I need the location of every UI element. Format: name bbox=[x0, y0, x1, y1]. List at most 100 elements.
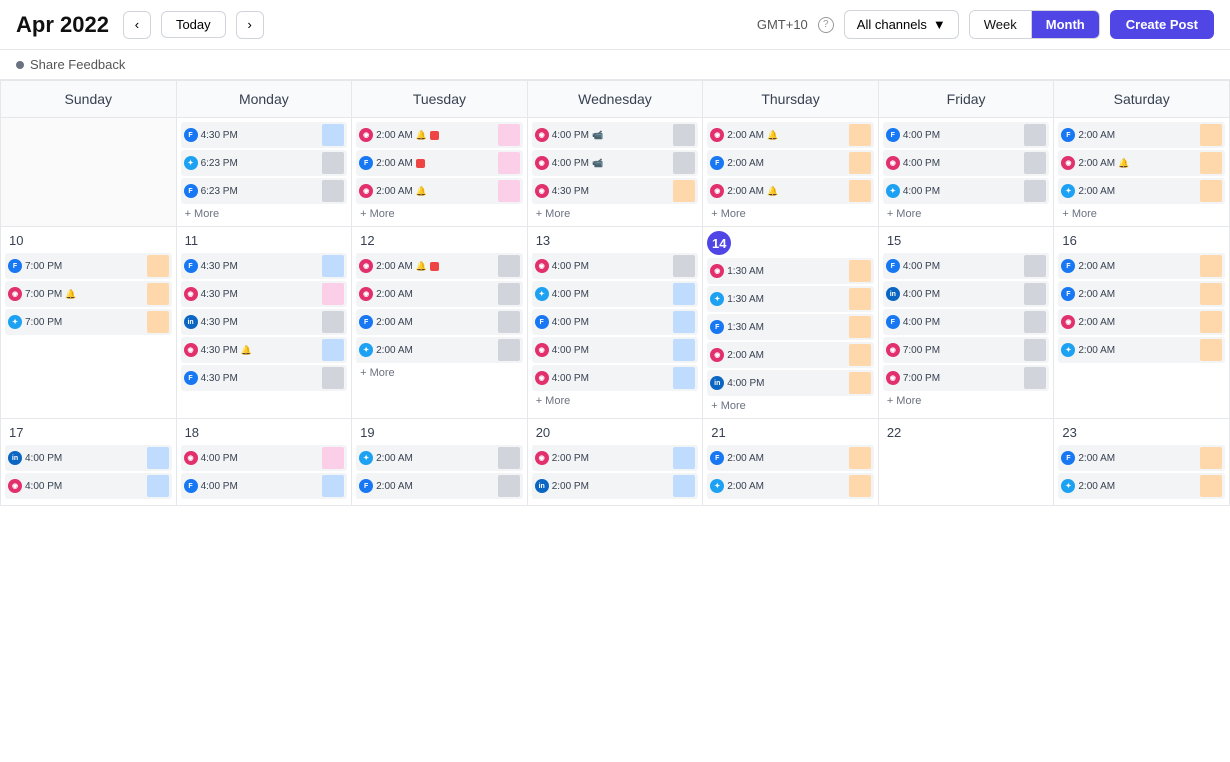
calendar-event[interactable]: F2:00 AM bbox=[707, 445, 874, 471]
event-thumbnail bbox=[1024, 255, 1046, 277]
calendar-event[interactable]: ◉2:00 AM🔔 bbox=[356, 122, 523, 148]
calendar-event[interactable]: F2:00 AM bbox=[356, 473, 523, 499]
calendar-event[interactable]: ◉1:30 AM bbox=[707, 258, 874, 284]
create-post-btn[interactable]: Create Post bbox=[1110, 10, 1214, 39]
calendar-event[interactable]: ◉2:00 AM bbox=[356, 281, 523, 307]
day-number[interactable]: 13 bbox=[532, 231, 554, 250]
day-number[interactable]: 10 bbox=[5, 231, 27, 250]
calendar-event[interactable]: F4:30 PM bbox=[181, 365, 348, 391]
calendar-event[interactable]: ✦2:00 AM bbox=[1058, 178, 1225, 204]
fb-social-icon: F bbox=[184, 184, 198, 198]
calendar-event[interactable]: F6:23 PM bbox=[181, 178, 348, 204]
calendar-event[interactable]: ◉2:00 AM🔔 bbox=[707, 122, 874, 148]
calendar-event[interactable]: F4:00 PM bbox=[883, 253, 1050, 279]
calendar-event[interactable]: ✦6:23 PM bbox=[181, 150, 348, 176]
calendar-event[interactable]: ✦2:00 AM bbox=[1058, 473, 1225, 499]
more-events-link[interactable]: + More bbox=[883, 206, 1050, 222]
calendar-event[interactable]: F4:00 PM bbox=[883, 122, 1050, 148]
more-events-link[interactable]: + More bbox=[356, 206, 523, 222]
calendar-event[interactable]: ◉2:00 AM🔔 bbox=[1058, 150, 1225, 176]
calendar-event[interactable]: ◉2:00 AM bbox=[707, 342, 874, 368]
calendar-event[interactable]: in4:30 PM bbox=[181, 309, 348, 335]
calendar-event[interactable]: in2:00 PM bbox=[532, 473, 699, 499]
day-number[interactable]: 17 bbox=[5, 423, 27, 442]
ig-social-icon: ◉ bbox=[359, 287, 373, 301]
more-events-link[interactable]: + More bbox=[532, 393, 699, 409]
day-number[interactable]: 16 bbox=[1058, 231, 1080, 250]
more-events-link[interactable]: + More bbox=[707, 206, 874, 222]
calendar-event[interactable]: F4:00 PM bbox=[181, 473, 348, 499]
calendar-event[interactable]: F2:00 AM bbox=[707, 150, 874, 176]
day-number[interactable]: 15 bbox=[883, 231, 905, 250]
today-btn[interactable]: Today bbox=[161, 11, 226, 38]
month-view-btn[interactable]: Month bbox=[1032, 11, 1099, 38]
calendar-event[interactable]: ✦2:00 AM bbox=[707, 473, 874, 499]
day-number[interactable]: 21 bbox=[707, 423, 729, 442]
calendar-event[interactable]: F2:00 AM bbox=[1058, 253, 1225, 279]
day-number[interactable]: 18 bbox=[181, 423, 203, 442]
day-number[interactable]: 11 bbox=[181, 231, 203, 250]
calendar-event[interactable]: ◉4:00 PM bbox=[532, 365, 699, 391]
day-number[interactable]: 22 bbox=[883, 423, 905, 442]
calendar-event[interactable]: F4:00 PM bbox=[883, 309, 1050, 335]
calendar-event[interactable]: ◉4:00 PM bbox=[532, 337, 699, 363]
calendar-event[interactable]: F2:00 AM bbox=[1058, 445, 1225, 471]
calendar-event[interactable]: ◉4:00 PM📹 bbox=[532, 150, 699, 176]
calendar-event[interactable]: F7:00 PM bbox=[5, 253, 172, 279]
calendar-event[interactable]: ◉4:00 PM bbox=[532, 253, 699, 279]
calendar-event[interactable]: ✦2:00 AM bbox=[1058, 337, 1225, 363]
calendar-event[interactable]: ◉4:00 PM bbox=[181, 445, 348, 471]
more-events-link[interactable]: + More bbox=[532, 206, 699, 222]
calendar-event[interactable]: ✦4:00 PM bbox=[532, 281, 699, 307]
more-events-link[interactable]: + More bbox=[356, 365, 523, 381]
calendar-event[interactable]: ✦7:00 PM bbox=[5, 309, 172, 335]
calendar-event[interactable]: ✦4:00 PM bbox=[883, 178, 1050, 204]
more-events-link[interactable]: + More bbox=[883, 393, 1050, 409]
calendar-event[interactable]: ✦2:00 AM bbox=[356, 337, 523, 363]
more-events-link[interactable]: + More bbox=[181, 206, 348, 222]
calendar-event[interactable]: ◉7:00 PM bbox=[883, 337, 1050, 363]
calendar-event[interactable]: in4:00 PM bbox=[5, 445, 172, 471]
calendar-event[interactable]: F2:00 AM bbox=[1058, 122, 1225, 148]
calendar-event[interactable]: F4:30 PM bbox=[181, 253, 348, 279]
day-number[interactable]: 23 bbox=[1058, 423, 1080, 442]
calendar-event[interactable]: ◉7:00 PM bbox=[883, 365, 1050, 391]
more-events-link[interactable]: + More bbox=[707, 398, 874, 414]
calendar-event[interactable]: F4:30 PM bbox=[181, 122, 348, 148]
calendar-event[interactable]: F4:00 PM bbox=[532, 309, 699, 335]
feedback-label[interactable]: Share Feedback bbox=[30, 57, 125, 72]
calendar-event[interactable]: ◉4:00 PM bbox=[5, 473, 172, 499]
calendar-event[interactable]: ✦1:30 AM bbox=[707, 286, 874, 312]
calendar-event[interactable]: F1:30 AM bbox=[707, 314, 874, 340]
calendar-event[interactable]: ◉4:00 PM📹 bbox=[532, 122, 699, 148]
calendar-event[interactable]: ◉2:00 AM🔔 bbox=[707, 178, 874, 204]
day-number[interactable]: 20 bbox=[532, 423, 554, 442]
calendar-event[interactable]: ◉4:00 PM bbox=[883, 150, 1050, 176]
day-number[interactable]: 19 bbox=[356, 423, 378, 442]
calendar-event[interactable]: ◉2:00 AM🔔 bbox=[356, 253, 523, 279]
calendar-event[interactable]: ◉4:30 PM bbox=[532, 178, 699, 204]
li-social-icon: in bbox=[886, 287, 900, 301]
calendar-event[interactable]: ◉4:30 PM bbox=[181, 281, 348, 307]
more-events-link[interactable]: + More bbox=[1058, 206, 1225, 222]
calendar-event[interactable]: ◉7:00 PM🔔 bbox=[5, 281, 172, 307]
calendar-event[interactable]: F2:00 AM bbox=[356, 309, 523, 335]
calendar-event[interactable]: ✦2:00 AM bbox=[356, 445, 523, 471]
calendar-event[interactable]: in4:00 PM bbox=[883, 281, 1050, 307]
calendar-event[interactable]: in4:00 PM bbox=[707, 370, 874, 396]
channels-btn[interactable]: All channels ▼ bbox=[844, 10, 959, 39]
next-btn[interactable]: › bbox=[236, 11, 264, 39]
calendar-event[interactable]: ◉4:30 PM🔔 bbox=[181, 337, 348, 363]
info-icon[interactable]: ? bbox=[818, 17, 834, 33]
calendar-event[interactable]: F2:00 AM bbox=[1058, 281, 1225, 307]
calendar-event[interactable]: ◉2:00 AM🔔 bbox=[356, 178, 523, 204]
event-time: 2:00 AM bbox=[376, 345, 413, 356]
calendar-event[interactable]: F2:00 AM bbox=[356, 150, 523, 176]
calendar-event[interactable]: ◉2:00 PM bbox=[532, 445, 699, 471]
calendar-event[interactable]: ◉2:00 AM bbox=[1058, 309, 1225, 335]
week-view-btn[interactable]: Week bbox=[970, 11, 1032, 38]
prev-btn[interactable]: ‹ bbox=[123, 11, 151, 39]
day-number[interactable]: 12 bbox=[356, 231, 378, 250]
tw-social-icon: ✦ bbox=[535, 287, 549, 301]
day-number[interactable]: 14 bbox=[707, 231, 731, 255]
